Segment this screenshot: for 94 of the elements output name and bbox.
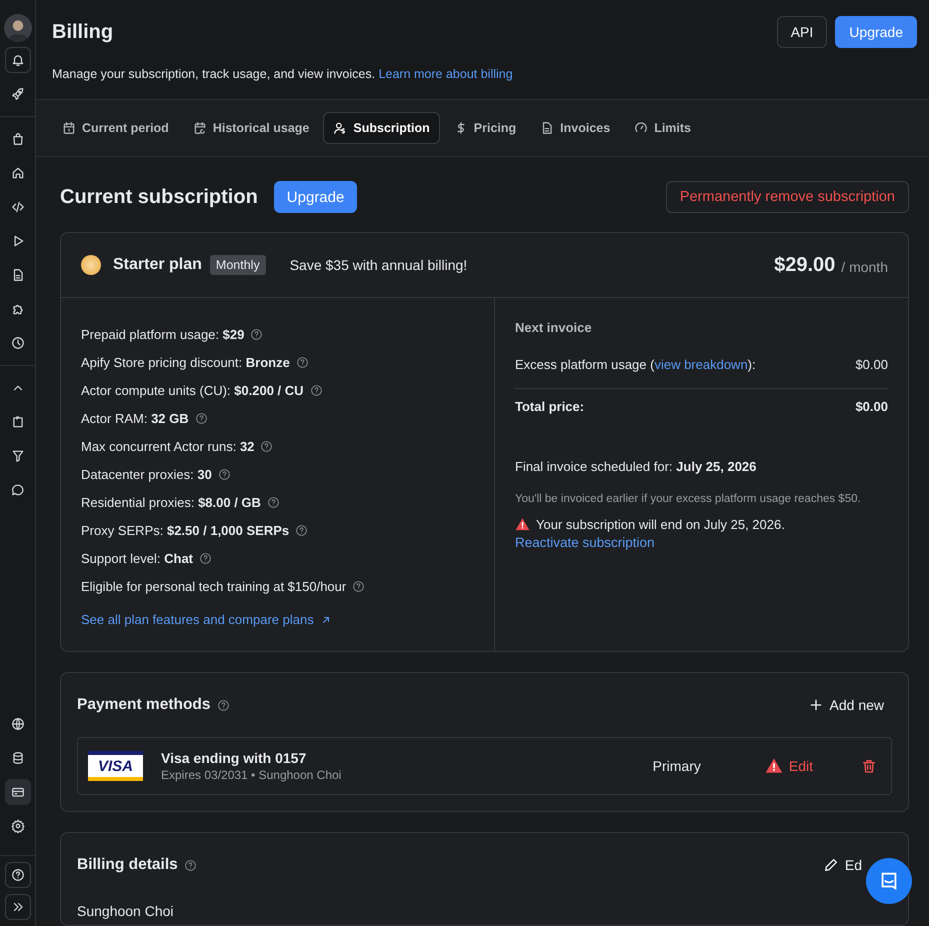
upgrade-button[interactable]: Upgrade [835, 16, 917, 48]
calendar-refresh-icon [192, 121, 207, 135]
bell-button[interactable] [4, 47, 30, 73]
page-title: Billing [52, 20, 114, 44]
edit-button[interactable]: Edit [756, 757, 821, 775]
help-icon [184, 858, 197, 872]
user-dollar-icon [333, 121, 348, 135]
learn-more-link[interactable]: Learn more about billing [378, 67, 513, 81]
feature-text: Actor compute units (CU): $0.200 / CU [81, 382, 304, 398]
feature-text: Datacenter proxies: 30 [81, 466, 212, 482]
promo-text: Save $35 with annual billing! [290, 257, 468, 273]
section-title: Current subscription [60, 186, 258, 208]
page-description: Manage your subscription, track usage, and view invoices. Learn more about billing [52, 67, 514, 81]
database-icon [10, 751, 24, 765]
card-name: Visa ending with 0157 [161, 750, 308, 766]
pencil-icon [822, 857, 839, 873]
help-button[interactable] [4, 862, 30, 888]
avatar[interactable] [4, 14, 32, 42]
help-icon [296, 356, 309, 368]
chat-icon [10, 483, 24, 497]
help-icon [295, 524, 308, 536]
plan-price: $29.00 [774, 254, 836, 276]
help-icon [352, 580, 366, 592]
feature-text: Support level: Chat [81, 550, 193, 566]
delete-button[interactable] [861, 758, 877, 774]
feature-text: Proxy SERPs: $2.50 / 1,000 SERPs [81, 522, 290, 538]
final-invoice-text: Final invoice scheduled for: July 25, 2026 [515, 459, 758, 474]
home-icon [10, 166, 24, 180]
remove-subscription-button[interactable]: Permanently remove subscription [666, 181, 909, 213]
feature-text: Residential proxies: $8.00 / GB [81, 494, 261, 510]
card-icon [10, 785, 24, 799]
excess-usage-label: Excess platform usage (view breakdown): [515, 357, 756, 372]
gauge-icon [634, 121, 648, 135]
card-button[interactable] [4, 779, 30, 805]
box-icon [10, 415, 24, 429]
trash-icon [861, 758, 877, 774]
settings-icon [10, 819, 24, 833]
help-icon [250, 328, 264, 340]
tab[interactable]: Invoices [530, 112, 620, 144]
warning-icon [764, 757, 783, 775]
reactivate-link[interactable]: Reactivate subscription [515, 535, 888, 550]
feature-text: Max concurrent Actor runs: 32 [81, 438, 254, 454]
plan-name: Starter plan [113, 256, 202, 274]
api-button[interactable]: API [776, 16, 828, 48]
excess-usage-value: $0.00 [855, 357, 888, 372]
tab[interactable]: Current period [52, 112, 179, 144]
subscription-end-text: Your subscription will end on July 25, 2026. [536, 517, 785, 532]
card-details: Expires 03/2031 • Sunghoon Choi [161, 768, 342, 782]
feature-text: Actor RAM: 32 GB [81, 410, 189, 426]
visa-logo: VISA [88, 751, 143, 781]
rocket-icon [10, 87, 24, 101]
feature-text: Eligible for personal tech training at $150/hour [81, 578, 346, 594]
feature-text: Prepaid platform usage: $29 [81, 326, 244, 342]
edit-button[interactable]: Ed [822, 857, 862, 873]
price-period: / month [841, 259, 888, 275]
help-icon [216, 698, 230, 712]
puzzle-icon [10, 302, 24, 316]
code-icon [10, 200, 24, 214]
help-icon [266, 496, 280, 508]
invoice-note: You'll be invoiced earlier if your excess platform usage reaches $50. [515, 492, 862, 507]
upgrade-button[interactable]: Upgrade [274, 181, 358, 213]
document-icon [540, 121, 554, 135]
warning-icon [515, 517, 530, 532]
add-new-button[interactable]: Add new [800, 697, 892, 713]
double-chevron-button[interactable] [4, 894, 30, 920]
total-label: Total price: [515, 399, 584, 414]
compare-plans-link[interactable]: See all plan features and compare plans [81, 612, 314, 627]
globe-icon [10, 717, 24, 731]
card-title: Payment methods [77, 696, 211, 714]
invoice-heading: Next invoice [515, 320, 593, 335]
total-value: $0.00 [855, 399, 888, 414]
help-icon [218, 468, 231, 480]
help-icon [194, 412, 208, 424]
help-icon [10, 868, 24, 882]
tab[interactable]: Pricing [444, 112, 526, 144]
breakdown-link[interactable]: view breakdown [654, 357, 748, 372]
tab[interactable]: Subscription [323, 112, 440, 144]
billing-name: Sunghoon Choi [77, 903, 175, 919]
bell-icon [10, 53, 24, 67]
help-icon [260, 440, 274, 452]
billing-cycle-badge: Monthly [210, 255, 266, 275]
primary-label: Primary [652, 758, 701, 774]
help-icon [199, 552, 212, 564]
feature-text: Apify Store pricing discount: Bronze [81, 354, 290, 370]
plan-icon [81, 255, 101, 275]
tab[interactable]: Historical usage [182, 112, 320, 144]
card-title: Billing details [77, 856, 178, 874]
plus-icon [808, 697, 824, 713]
tab[interactable]: Limits [624, 112, 702, 144]
help-icon [310, 384, 323, 396]
bag-icon [10, 132, 24, 146]
clock-icon [10, 336, 24, 350]
calendar-icon [62, 121, 76, 135]
filter-icon [10, 449, 24, 463]
